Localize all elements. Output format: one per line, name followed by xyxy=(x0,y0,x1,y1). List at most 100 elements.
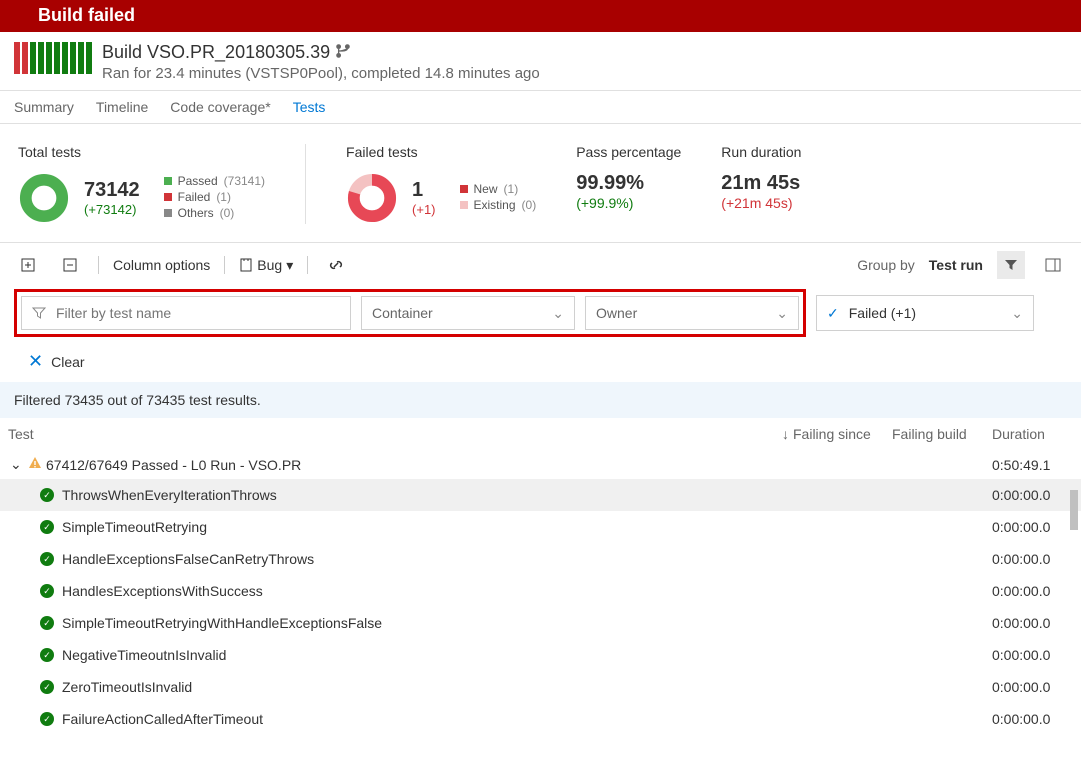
failed-tests-donut xyxy=(346,172,398,224)
test-duration: 0:00:00.0 xyxy=(992,711,1067,727)
pass-pct-title: Pass percentage xyxy=(576,144,681,160)
test-name: SimpleTimeoutRetryingWithHandleException… xyxy=(62,615,382,631)
column-options-button[interactable]: Column options xyxy=(113,257,210,273)
pass-icon: ✓ xyxy=(40,648,54,662)
test-row[interactable]: ✓ NegativeTimeoutnIsInvalid 0:00:00.0 xyxy=(0,639,1081,671)
groupby-label: Group by xyxy=(857,257,915,273)
total-tests-value: 73142 xyxy=(84,179,140,202)
pass-icon: ✓ xyxy=(40,616,54,630)
column-headers: Test ↓ Failing since Failing build Durat… xyxy=(0,418,1081,450)
test-duration: 0:00:00.0 xyxy=(992,679,1067,695)
duration-value: 21m 45s xyxy=(721,172,801,195)
test-row[interactable]: ✓ SimpleTimeoutRetryingWithHandleExceptio… xyxy=(0,607,1081,639)
build-subtitle: Ran for 23.4 minutes (VSTSP0Pool), compl… xyxy=(102,65,540,82)
test-row[interactable]: ✓ HandleExceptionsFalseCanRetryThrows 0:00… xyxy=(0,543,1081,575)
collapse-all-icon[interactable] xyxy=(56,251,84,279)
duration-title: Run duration xyxy=(721,144,801,160)
stats-row: Total tests 73142 (+73142) Passed (73141… xyxy=(0,124,1081,243)
test-name: HandlesExceptionsWithSuccess xyxy=(62,583,263,599)
test-duration: 0:00:00.0 xyxy=(992,615,1067,631)
bug-icon xyxy=(239,258,253,272)
filter-name-input[interactable] xyxy=(56,305,340,321)
failed-tests-value: 1 xyxy=(412,179,435,202)
group-label: 67412/67649 Passed - L0 Run - VSO.PR xyxy=(46,457,301,473)
legend-failed: Failed xyxy=(178,190,211,204)
pass-icon: ✓ xyxy=(40,584,54,598)
test-duration: 0:00:00.0 xyxy=(992,583,1067,599)
funnel-icon xyxy=(32,306,46,320)
outcome-select[interactable]: ✓ Failed (+1) ⌄ xyxy=(816,295,1034,331)
container-select[interactable]: Container ⌄ xyxy=(361,296,575,330)
filter-banner: Filtered 73435 out of 73435 test results… xyxy=(0,382,1081,418)
total-tests-donut xyxy=(18,172,70,224)
test-name: FailureActionCalledAfterTimeout xyxy=(62,711,263,727)
legend-new: New xyxy=(474,182,498,196)
panel-icon[interactable] xyxy=(1039,251,1067,279)
test-name: NegativeTimeoutnIsInvalid xyxy=(62,647,226,663)
tab-summary[interactable]: Summary xyxy=(14,99,74,115)
test-row[interactable]: ✓ HandlesExceptionsWithSuccess 0:00:00.0 xyxy=(0,575,1081,607)
branch-icon xyxy=(336,44,350,61)
total-tests-delta: (+73142) xyxy=(84,202,140,217)
bug-dropdown[interactable]: Bug ▾ xyxy=(239,257,293,274)
pass-pct-delta: (+99.9%) xyxy=(576,195,681,211)
warning-icon xyxy=(28,456,42,473)
test-name: ZeroTimeoutIsInvalid xyxy=(62,679,192,695)
clear-filters-button[interactable]: ✕ Clear xyxy=(0,341,1081,382)
col-failing-build[interactable]: Failing build xyxy=(892,426,992,442)
owner-select[interactable]: Owner ⌄ xyxy=(585,296,799,330)
build-header: Build VSO.PR_20180305.39 Ran for 23.4 mi… xyxy=(0,32,1081,91)
duration-delta: (+21m 45s) xyxy=(721,195,801,211)
test-row[interactable]: ✓ SimpleTimeoutRetrying 0:00:00.0 xyxy=(0,511,1081,543)
chevron-down-icon: ⌄ xyxy=(1011,305,1023,322)
build-title: Build VSO.PR_20180305.39 xyxy=(102,42,330,63)
pass-icon: ✓ xyxy=(40,680,54,694)
test-name: SimpleTimeoutRetrying xyxy=(62,519,207,535)
test-name: ThrowsWhenEveryIterationThrows xyxy=(62,487,277,503)
legend-passed: Passed xyxy=(178,174,218,188)
build-history-bars xyxy=(14,42,92,74)
test-group-row[interactable]: ⌄ 67412/67649 Passed - L0 Run - VSO.PR 0… xyxy=(0,450,1081,479)
total-tests-title: Total tests xyxy=(18,144,265,160)
expand-all-icon[interactable] xyxy=(14,251,42,279)
toolbar: Column options Bug ▾ Group by Test run xyxy=(0,243,1081,287)
chevron-down-icon: ⌄ xyxy=(552,305,564,322)
link-icon[interactable] xyxy=(322,251,350,279)
test-duration: 0:00:00.0 xyxy=(992,647,1067,663)
chevron-down-icon: ⌄ xyxy=(776,305,788,322)
titlebar: Build failed xyxy=(0,0,1081,32)
filter-highlight-box: Container ⌄ Owner ⌄ xyxy=(14,289,806,337)
pass-icon: ✓ xyxy=(40,488,54,502)
filter-name-input-wrap[interactable] xyxy=(21,296,351,330)
test-name: HandleExceptionsFalseCanRetryThrows xyxy=(62,551,314,567)
scrollbar-thumb[interactable] xyxy=(1070,490,1078,530)
pass-pct-value: 99.99% xyxy=(576,172,681,195)
col-duration[interactable]: Duration xyxy=(992,426,1067,442)
tab-code-coverage[interactable]: Code coverage* xyxy=(170,99,270,115)
test-row[interactable]: ✓ FailureActionCalledAfterTimeout 0:00:00.… xyxy=(0,703,1081,735)
chevron-down-icon: ⌄ xyxy=(10,456,24,473)
failed-tests-delta: (+1) xyxy=(412,202,435,217)
group-duration: 0:50:49.1 xyxy=(992,457,1067,473)
test-duration: 0:00:00.0 xyxy=(992,551,1067,567)
legend-existing: Existing xyxy=(474,198,516,212)
tab-timeline[interactable]: Timeline xyxy=(96,99,148,115)
groupby-value[interactable]: Test run xyxy=(929,257,983,273)
chevron-down-icon: ▾ xyxy=(286,257,293,274)
test-row[interactable]: ✓ ZeroTimeoutIsInvalid 0:00:00.0 xyxy=(0,671,1081,703)
col-test[interactable]: Test xyxy=(8,426,782,442)
pass-icon: ✓ xyxy=(40,520,54,534)
tabs: Summary Timeline Code coverage* Tests xyxy=(0,91,1081,124)
test-duration: 0:00:00.0 xyxy=(992,487,1067,503)
pass-icon: ✓ xyxy=(40,552,54,566)
failed-tests-title: Failed tests xyxy=(346,144,536,160)
legend-others: Others xyxy=(178,206,214,220)
test-duration: 0:00:00.0 xyxy=(992,519,1067,535)
check-icon: ✓ xyxy=(827,305,839,322)
tab-tests[interactable]: Tests xyxy=(293,99,326,115)
pass-icon: ✓ xyxy=(40,712,54,726)
col-failing-since[interactable]: ↓ Failing since xyxy=(782,426,892,442)
arrow-down-icon: ↓ xyxy=(782,426,789,442)
test-row[interactable]: ✓ ThrowsWhenEveryIterationThrows 0:00:00.0 xyxy=(0,479,1081,511)
filter-icon[interactable] xyxy=(997,251,1025,279)
